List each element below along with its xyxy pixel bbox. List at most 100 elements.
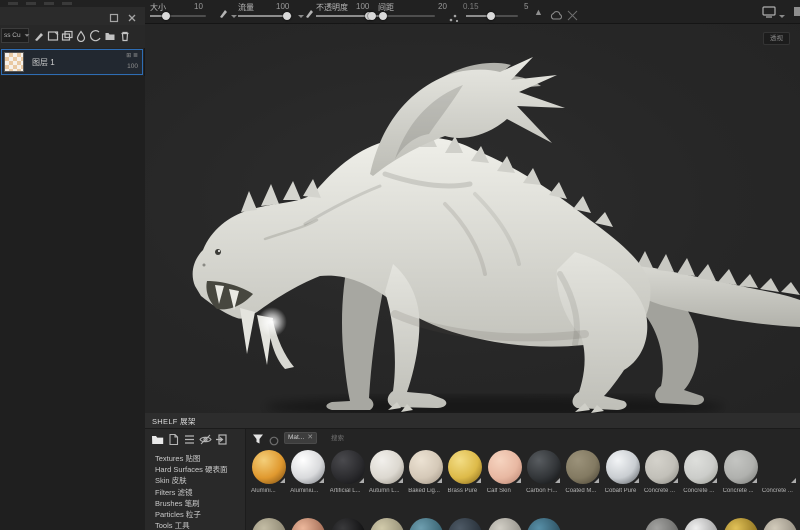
fill-layer-icon[interactable]: [75, 29, 87, 43]
material-swatch[interactable]: [643, 517, 682, 530]
layer-name: 图层 1: [32, 58, 55, 67]
eye-off-icon[interactable]: [199, 433, 212, 446]
material-swatch[interactable]: [564, 517, 603, 530]
layers-empty-area: [0, 76, 145, 530]
material-label: Concrete ...: [683, 488, 715, 494]
material-label: Brass Pure: [447, 488, 478, 494]
falloff-pen-icon[interactable]: [304, 6, 315, 24]
triangle-icon[interactable]: ▲: [534, 7, 543, 17]
display-icon[interactable]: [762, 5, 777, 23]
scatter-dots-icon[interactable]: [449, 10, 459, 28]
symmetry-icon[interactable]: [567, 8, 578, 26]
viewport-3d[interactable]: 透视: [145, 24, 800, 413]
layer-opacity-value[interactable]: 100: [127, 63, 138, 70]
folder-icon[interactable]: [104, 29, 116, 41]
material-swatch[interactable]: [289, 517, 328, 530]
shelf-category-item[interactable]: Particles 粒子: [155, 509, 228, 520]
shelf-category-item[interactable]: Tools 工具: [155, 520, 228, 530]
material-label: Concrete ...: [722, 488, 754, 494]
material-swatch[interactable]: Alumini...: [250, 449, 289, 499]
ratio-value: 5: [524, 2, 529, 11]
ratio-slider[interactable]: [466, 12, 518, 20]
material-swatch[interactable]: Concrete ...: [682, 449, 721, 499]
material-label: Baked Lig...: [408, 488, 440, 494]
spacing-slider[interactable]: [368, 12, 435, 20]
shelf-category-item[interactable]: Brushes 笔刷: [155, 498, 228, 509]
material-swatch[interactable]: [525, 517, 564, 530]
falloff-pen-icon[interactable]: [218, 6, 229, 24]
layer-thumbnail[interactable]: [4, 52, 24, 72]
material-swatch[interactable]: [329, 517, 368, 530]
material-swatch[interactable]: Aluminiu...: [289, 449, 328, 499]
shelf-category-item[interactable]: Skin 皮肤: [155, 475, 228, 486]
material-swatch[interactable]: Carbon Fi...: [525, 449, 564, 499]
trash-icon[interactable]: [119, 29, 131, 42]
smart-material-icon[interactable]: [61, 29, 73, 41]
menu-remnant: [8, 2, 18, 5]
shelf-category-item[interactable]: Filters 滤镜: [155, 487, 228, 498]
filter-chip[interactable]: Mat... ✕: [284, 432, 318, 444]
funnel-icon[interactable]: [252, 432, 264, 450]
material-swatch[interactable]: Coated M...: [564, 449, 603, 499]
adjustment-icon[interactable]: [90, 29, 102, 42]
material-swatch[interactable]: Concrete ...: [722, 449, 761, 499]
shelf-category-item[interactable]: Textures 贴图: [155, 453, 228, 464]
size-value: 10: [194, 2, 203, 11]
chevron-down-icon[interactable]: [779, 15, 785, 18]
opacity-label: 不透明度: [316, 3, 348, 12]
material-swatch[interactable]: Cobalt Pure: [604, 449, 643, 499]
material-corner-badge: [280, 478, 285, 483]
material-swatch[interactable]: [682, 517, 721, 530]
material-sphere: [723, 518, 758, 530]
camera-mode-button[interactable]: 透视: [763, 32, 790, 45]
size-slider[interactable]: [150, 12, 206, 20]
shelf-panel: SHELF 展架 Textures 贴图 Hard Surfaces 硬表面 Ski…: [145, 413, 800, 530]
material-swatch[interactable]: [446, 517, 485, 530]
material-label: Calf Skin: [486, 488, 511, 494]
flow-label: 流量: [238, 3, 254, 12]
material-sphere: [762, 518, 797, 530]
material-swatch[interactable]: [250, 517, 289, 530]
shelf-search-input[interactable]: [331, 432, 451, 444]
material-swatch[interactable]: [368, 517, 407, 530]
brush-cursor-glow: [257, 307, 287, 337]
material-swatch[interactable]: Artificial L...: [329, 449, 368, 499]
cloud-icon[interactable]: [550, 8, 563, 26]
material-sphere: [606, 518, 640, 530]
material-swatch[interactable]: Brass Pure: [446, 449, 485, 499]
chevron-down-icon[interactable]: [231, 15, 237, 18]
menu-remnant: [44, 2, 54, 5]
panel-icon[interactable]: [793, 5, 800, 23]
chip-close-icon[interactable]: ✕: [307, 434, 313, 441]
import-icon[interactable]: [215, 433, 228, 446]
layers-panel-titlebar[interactable]: [0, 7, 145, 25]
list-icon[interactable]: [183, 433, 196, 446]
material-swatch[interactable]: [604, 517, 643, 530]
shelf-category-item[interactable]: Hard Surfaces 硬表面: [155, 464, 228, 475]
material-swatch[interactable]: Concrete ...: [643, 449, 682, 499]
material-swatch[interactable]: Autumn L...: [368, 449, 407, 499]
material-swatch[interactable]: [407, 517, 446, 530]
material-swatch[interactable]: [486, 517, 525, 530]
layer-row[interactable]: 图层 1 ⊞ ≣ 100: [1, 49, 143, 75]
material-swatch[interactable]: [722, 517, 761, 530]
folder-icon[interactable]: [151, 433, 164, 446]
material-label: Concrete ...: [761, 488, 793, 494]
material-swatch[interactable]: Baked Lig...: [407, 449, 446, 499]
opacity-slider[interactable]: [316, 12, 375, 20]
shelf-tab[interactable]: SHELF 展架: [152, 416, 196, 427]
flow-slider[interactable]: [238, 12, 292, 20]
material-swatch[interactable]: Calf Skin: [486, 449, 525, 499]
material-swatch[interactable]: [761, 517, 800, 530]
paint-brush-icon[interactable]: [33, 29, 45, 41]
menu-remnant: [26, 2, 36, 5]
material-corner-badge: [515, 478, 521, 483]
material-corner-badge: [319, 478, 325, 483]
material-swatch[interactable]: Concrete ...: [761, 449, 800, 499]
material-sphere: [252, 518, 286, 530]
mask-icon[interactable]: [47, 29, 59, 41]
material-label: Concrete ...: [643, 488, 675, 494]
material-corner-badge: [633, 478, 639, 483]
material-sphere: [369, 518, 404, 530]
page-icon[interactable]: [167, 433, 180, 446]
